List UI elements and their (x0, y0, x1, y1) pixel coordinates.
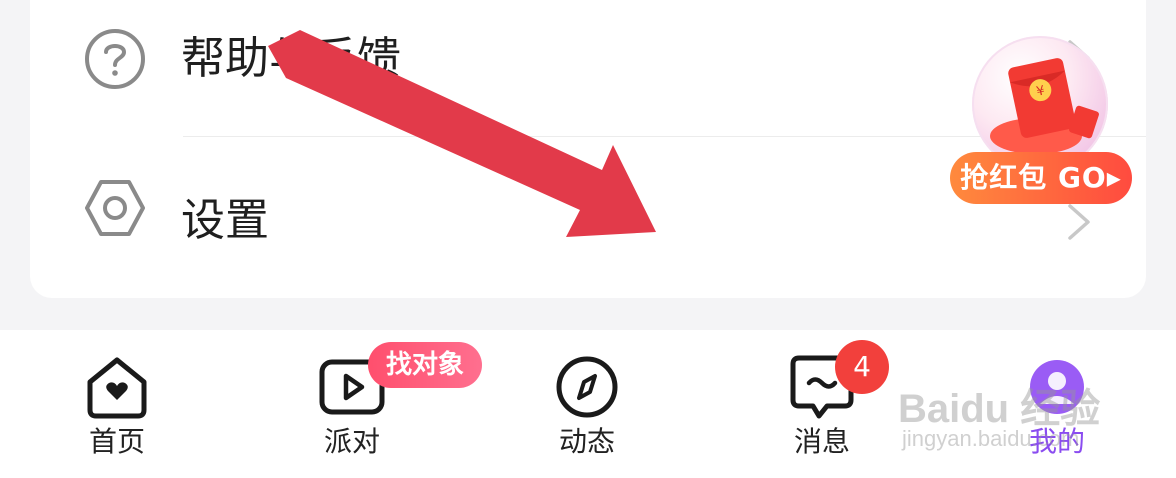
tab-messages-label: 消息 (793, 425, 850, 458)
party-badge: 找对象 (368, 342, 482, 388)
compass-icon (556, 356, 618, 418)
settings-label: 设置 (181, 195, 269, 246)
tab-moments-label: 动态 (558, 425, 615, 458)
home-heart-icon (87, 357, 147, 419)
tab-home[interactable]: 首页 (37, 330, 197, 478)
tab-moments[interactable]: 动态 (507, 330, 667, 478)
tab-home-label: 首页 (88, 425, 145, 458)
chevron-right-icon (1068, 204, 1090, 240)
tab-party-label: 派对 (323, 425, 380, 458)
promo-label[interactable]: 抢红包 GO▸ (950, 152, 1132, 204)
help-feedback-label: 帮助与反馈 (181, 33, 401, 84)
red-envelope-promo[interactable]: ¥ 抢红包 GO▸ (948, 36, 1134, 208)
gear-hexagon-icon (85, 180, 145, 236)
question-circle-icon (85, 29, 145, 89)
watermark-url: jingyan.baidu.com (902, 426, 1080, 451)
message-count-badge: 4 (835, 340, 889, 394)
baidu-watermark: Baidu 经验 jingyan.baidu.com (898, 350, 1168, 460)
